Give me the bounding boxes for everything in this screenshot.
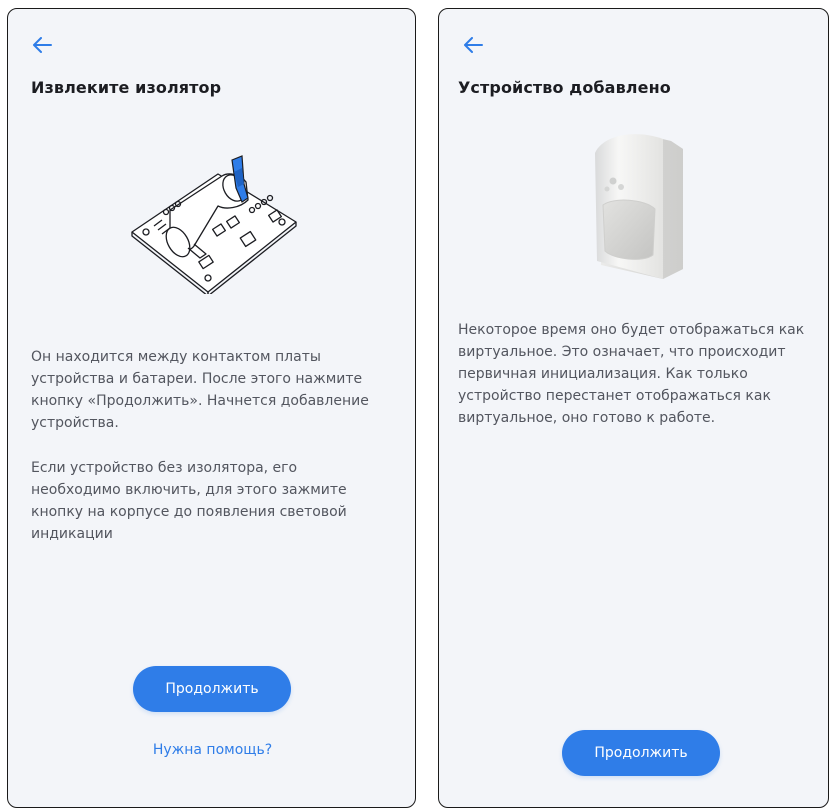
instruction-paragraph: Он находится между контактом платы устро… [31, 349, 369, 431]
motion-sensor-image [579, 129, 699, 287]
back-arrow-icon[interactable] [459, 31, 487, 59]
page-title: Извлеките изолятор [31, 78, 222, 97]
status-paragraph: Некоторое время оно будет отображаться к… [458, 322, 805, 426]
no-insulator-paragraph: Если устройство без изолятора, его необх… [31, 460, 347, 542]
screen-device-added: Устройство добавлено Некоторое время оно… [438, 8, 829, 808]
continue-button[interactable]: Продолжить [133, 666, 291, 712]
circuit-board-insulator-illustration [130, 154, 298, 297]
back-arrow-icon[interactable] [28, 31, 56, 59]
page-title: Устройство добавлено [458, 78, 671, 97]
continue-button[interactable]: Продолжить [562, 730, 720, 776]
help-link[interactable]: Нужна помощь? [8, 742, 415, 758]
screen-remove-insulator: Извлеките изолятор Он находится между ко… [7, 8, 416, 808]
